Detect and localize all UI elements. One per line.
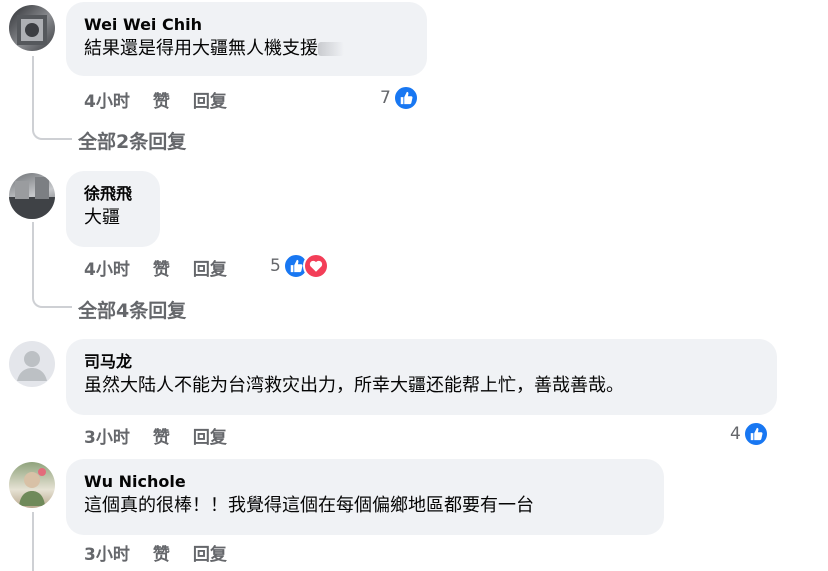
avatar[interactable] [9, 462, 55, 508]
comment-time[interactable]: 3小时 [84, 540, 130, 565]
comment-time[interactable]: 3小时 [84, 423, 130, 448]
reaction-count: 7 [380, 88, 391, 108]
comment-time[interactable]: 4小时 [84, 255, 130, 280]
comment-author[interactable]: 司马龙 [84, 351, 759, 373]
default-person-icon [17, 351, 47, 381]
like-button[interactable]: 赞 [153, 540, 170, 565]
comment-bubble: 徐飛飛 大疆 [66, 171, 160, 247]
reply-button[interactable]: 回复 [193, 87, 227, 112]
comment-bubble: Wei Wei Chih 結果還是得用大疆無人機支援 [66, 2, 427, 76]
comment-bubble: 司马龙 虽然大陆人不能为台湾救灾出力，所幸大疆还能帮上忙，善哉善哉。 [66, 339, 777, 415]
reaction-summary[interactable]: 5 [270, 253, 329, 279]
like-button[interactable]: 赞 [153, 423, 170, 448]
reply-button[interactable]: 回复 [193, 423, 227, 448]
avatar[interactable] [9, 173, 55, 219]
like-button[interactable]: 赞 [153, 255, 170, 280]
reaction-summary[interactable]: 4 [730, 421, 769, 447]
view-replies-link[interactable]: 全部4条回复 [78, 296, 186, 323]
reaction-summary[interactable]: 7 [380, 85, 419, 111]
photo-avatar-icon [9, 177, 55, 219]
comment-author[interactable]: Wu Nichole [84, 471, 646, 493]
comment-text: 這個真的很棒！！我覺得這個在每個偏鄉地區都要有一台 [84, 495, 534, 516]
thread-line [32, 512, 34, 571]
reply-button[interactable]: 回复 [193, 255, 227, 280]
comment-actions: 3小时 赞 回复 [84, 540, 250, 565]
comment-time[interactable]: 4小时 [84, 87, 130, 112]
comment-text: 結果還是得用大疆無人機支援 [84, 36, 409, 62]
love-icon [302, 253, 329, 279]
like-icon [392, 85, 419, 111]
comment-author[interactable]: 徐飛飛 [84, 183, 142, 205]
thread-branch [32, 100, 72, 140]
comment-actions: 3小时 赞 回复 [84, 423, 250, 448]
photo-avatar-icon [19, 468, 46, 506]
like-icon [742, 421, 769, 447]
comment-text-content: 結果還是得用大疆無人機支援 [84, 38, 318, 59]
comment-bubble: Wu Nichole 這個真的很棒！！我覺得這個在每個偏鄉地區都要有一台 [66, 459, 664, 535]
comment-actions: 4小时 赞 回复 [84, 255, 250, 280]
reply-button[interactable]: 回复 [193, 540, 227, 565]
like-button[interactable]: 赞 [153, 87, 170, 112]
comment-actions: 4小时 赞 回复 [84, 87, 250, 112]
avatar[interactable] [9, 341, 55, 387]
text-fade [318, 42, 344, 56]
reaction-count: 4 [730, 424, 741, 444]
reaction-count: 5 [270, 256, 281, 276]
comment-text: 大疆 [84, 207, 120, 228]
photo-avatar-icon [17, 15, 47, 45]
thread-branch [32, 268, 72, 308]
avatar[interactable] [9, 5, 55, 51]
comment-author[interactable]: Wei Wei Chih [84, 14, 409, 36]
view-replies-link[interactable]: 全部2条回复 [78, 127, 186, 154]
comment-text: 虽然大陆人不能为台湾救灾出力，所幸大疆还能帮上忙，善哉善哉。 [84, 375, 624, 396]
